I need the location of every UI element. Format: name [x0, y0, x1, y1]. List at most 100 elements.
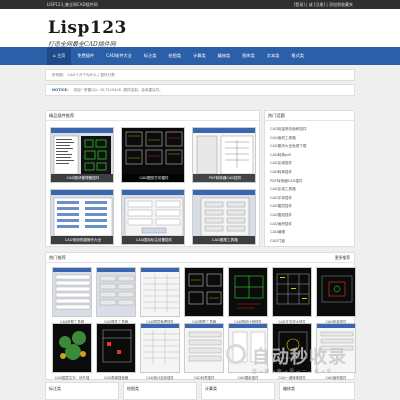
site-header: Lisp123 打造全网最全CAD插件网: [0, 9, 400, 48]
hot-topic-link[interactable]: CAD图块大全免费下载: [270, 142, 307, 151]
featured-item[interactable]: CAD图形打印插件: [121, 127, 185, 183]
breadcrumb: 所有图： CAD十万个为什么 | 插件分类: [45, 69, 355, 81]
watermark-logo-icon: [226, 344, 246, 364]
recommend-thumbnail[interactable]: [228, 267, 268, 317]
recommend-thumbnail[interactable]: [272, 267, 312, 317]
nav-editing[interactable]: 编修类: [212, 47, 237, 65]
layer-table-icon: [141, 268, 179, 312]
site-logo[interactable]: Lisp123: [48, 20, 127, 37]
hot-topic-link[interactable]: PDF转换器CAD插件: [270, 177, 307, 186]
hot-topic-link[interactable]: CAD面积插件: [270, 220, 307, 229]
cad-drawing-icon: [321, 275, 353, 303]
featured-item[interactable]: CAD图框工具箱: [192, 189, 256, 245]
hot-topic-link[interactable]: CAD区域工具箱: [270, 185, 307, 194]
breadcrumb-prefix: 所有图：: [52, 73, 67, 77]
featured-thumbnail[interactable]: CAD图框工具箱: [192, 189, 256, 245]
recommend-thumbnail[interactable]: [316, 267, 356, 317]
recommend-thumbnail[interactable]: [52, 323, 92, 373]
hot-topic-link[interactable]: CAD批量修改面积插件: [270, 125, 307, 134]
recommend-caption: CAD角钢搜索器: [103, 376, 129, 380]
recommend-item[interactable]: CAD图框工具箱: [184, 267, 224, 324]
hot-topics-panel: 热门话题 CAD批量修改面积插件 CAD面积工具箱 CAD图块大全免费下载 CA…: [264, 110, 355, 247]
featured-thumbnail[interactable]: CAD图形打印插件: [121, 127, 185, 183]
recommend-item[interactable]: CAD房屋工具箱: [52, 267, 92, 324]
notice-bar: NOTICE： 欢迎~掌握QQ：617229426 -插件定制，会用建议们。: [45, 84, 355, 96]
hot-topic-link[interactable]: CAD区域插件: [270, 159, 307, 168]
footer-drawing[interactable]: 绘图类: [123, 382, 197, 400]
hot-topic-link[interactable]: CAD面积工具箱: [270, 134, 307, 143]
recommend-thumbnail[interactable]: [184, 267, 224, 317]
more-recommend-link[interactable]: 更多推荐: [335, 255, 350, 261]
featured-caption: PDF转换器CAD插件: [193, 174, 255, 182]
recommend-item[interactable]: CAD图层文字、块外插: [52, 323, 92, 380]
cad-drawing-icon: [234, 275, 264, 309]
featured-thumbnail[interactable]: CAD常用快捷操作大全: [50, 189, 114, 245]
recommend-thumbnail[interactable]: [96, 323, 136, 373]
notice-label: NOTICE：: [52, 88, 71, 92]
featured-thumbnail[interactable]: CAD图块管理器插件: [50, 127, 114, 183]
hot-topic-link[interactable]: CAD转换插件: [270, 168, 307, 177]
top-bar: LISP123_集全网CAD插件网 [登录] | 或 [注册] | 添加到收藏夹: [0, 0, 400, 9]
recommend-thumbnail[interactable]: [52, 267, 92, 317]
notice-text: 欢迎~掌握QQ：617229426 -插件定制，会用建议们。: [73, 88, 163, 92]
cad-drawing-icon: [102, 329, 132, 363]
watermark-title: 自动秒收录: [252, 347, 347, 368]
recommend-item[interactable]: CAD文字放大插件: [272, 267, 312, 324]
featured-caption: CAD图块管理器插件: [51, 174, 113, 182]
nav-calculation[interactable]: 计算类: [187, 47, 212, 65]
recommend-thumbnail[interactable]: [140, 323, 180, 373]
dialog-screenshot-icon: [97, 268, 135, 306]
nav-text[interactable]: 文本类: [261, 47, 286, 65]
featured-item[interactable]: CAD图块管理器插件: [50, 127, 114, 183]
3d-model-icon: [59, 331, 86, 360]
hot-topic-link[interactable]: CAD字体插件: [270, 194, 307, 203]
recommend-item[interactable]: CAD图纸比例插件: [228, 267, 268, 324]
recommend-item[interactable]: CAD属性工具箱: [96, 267, 136, 324]
recommend-thumbnail[interactable]: [96, 267, 136, 317]
featured-panel: 精品插件推荐 CAD图块管理器插件 CAD图形打印插件 PDF转换器CAD插件 …: [45, 110, 260, 247]
featured-caption: CAD图形打印插件: [122, 174, 184, 182]
featured-caption: CAD常用快捷操作大全: [51, 236, 113, 244]
nav-library[interactable]: 图库类: [236, 47, 261, 65]
featured-caption: CAD国标标注设置插件: [122, 236, 184, 244]
nav-cad-plugins[interactable]: CAD插件大全: [100, 47, 138, 65]
main-nav: ⌂ 主页 免费插件 CAD插件大全 标注类 绘图类 计算类 编修类 图库类 文本…: [0, 47, 400, 65]
featured-item[interactable]: CAD国标标注设置插件: [121, 189, 185, 245]
breadcrumb-path[interactable]: CAD十万个为什么 | 插件分类: [68, 73, 115, 77]
recommend-item[interactable]: CAD统计坐标插件: [140, 323, 180, 380]
hot-topic-link[interactable]: CAD转换pdf: [270, 151, 307, 160]
recommend-caption: CAD图层文字、块外插: [54, 376, 90, 380]
featured-caption: CAD图框工具箱: [193, 236, 255, 244]
nav-home[interactable]: ⌂ 主页: [47, 47, 72, 65]
recommend-caption: CAD统计坐标插件: [146, 376, 174, 380]
hot-topics-title: 热门话题: [268, 113, 285, 118]
cad-drawing-icon: [188, 273, 222, 305]
recommend-thumbnail[interactable]: [140, 267, 180, 317]
featured-thumbnail[interactable]: PDF转换器CAD插件: [192, 127, 256, 183]
dialog-screenshot-icon: [53, 268, 91, 310]
recommend-title: 热门推荐: [49, 255, 66, 260]
account-links[interactable]: [登录] | 或 [注册] | 添加到收藏夹: [294, 0, 353, 9]
nav-free-plugins[interactable]: 免费插件: [71, 47, 100, 65]
recommend-item[interactable]: CAD图层管理插件: [140, 267, 180, 324]
featured-title: 精品插件推荐: [49, 113, 75, 118]
recommend-item[interactable]: CAD批量插件: [316, 267, 356, 324]
recommend-item[interactable]: CAD标签插件: [184, 323, 224, 380]
featured-item[interactable]: PDF转换器CAD插件: [192, 127, 256, 183]
site-tagline: LISP123_集全网CAD插件网: [47, 2, 98, 7]
recommend-item[interactable]: CAD角钢搜索器: [96, 323, 136, 380]
hot-topic-link[interactable]: CAD门窗: [270, 237, 307, 246]
featured-item[interactable]: CAD常用快捷操作大全: [50, 189, 114, 245]
featured-thumbnail[interactable]: CAD国标标注设置插件: [121, 189, 185, 245]
hot-topic-link[interactable]: CAD图纸插件: [270, 211, 307, 220]
nav-drawing[interactable]: 绘图类: [162, 47, 187, 65]
recommend-caption: CAD标签插件: [193, 376, 215, 380]
cad-drawing-icon: [276, 273, 310, 305]
recommend-thumbnail[interactable]: [184, 323, 224, 373]
nav-annotation[interactable]: 标注类: [138, 47, 163, 65]
footer-annotation[interactable]: 标注类: [45, 382, 119, 400]
nav-format[interactable]: 格式类: [285, 47, 310, 65]
dialog-screenshot-icon: [185, 324, 223, 362]
hot-topic-link[interactable]: CAD图层插件: [270, 202, 307, 211]
hot-topic-link[interactable]: CAD编辑: [270, 228, 307, 237]
